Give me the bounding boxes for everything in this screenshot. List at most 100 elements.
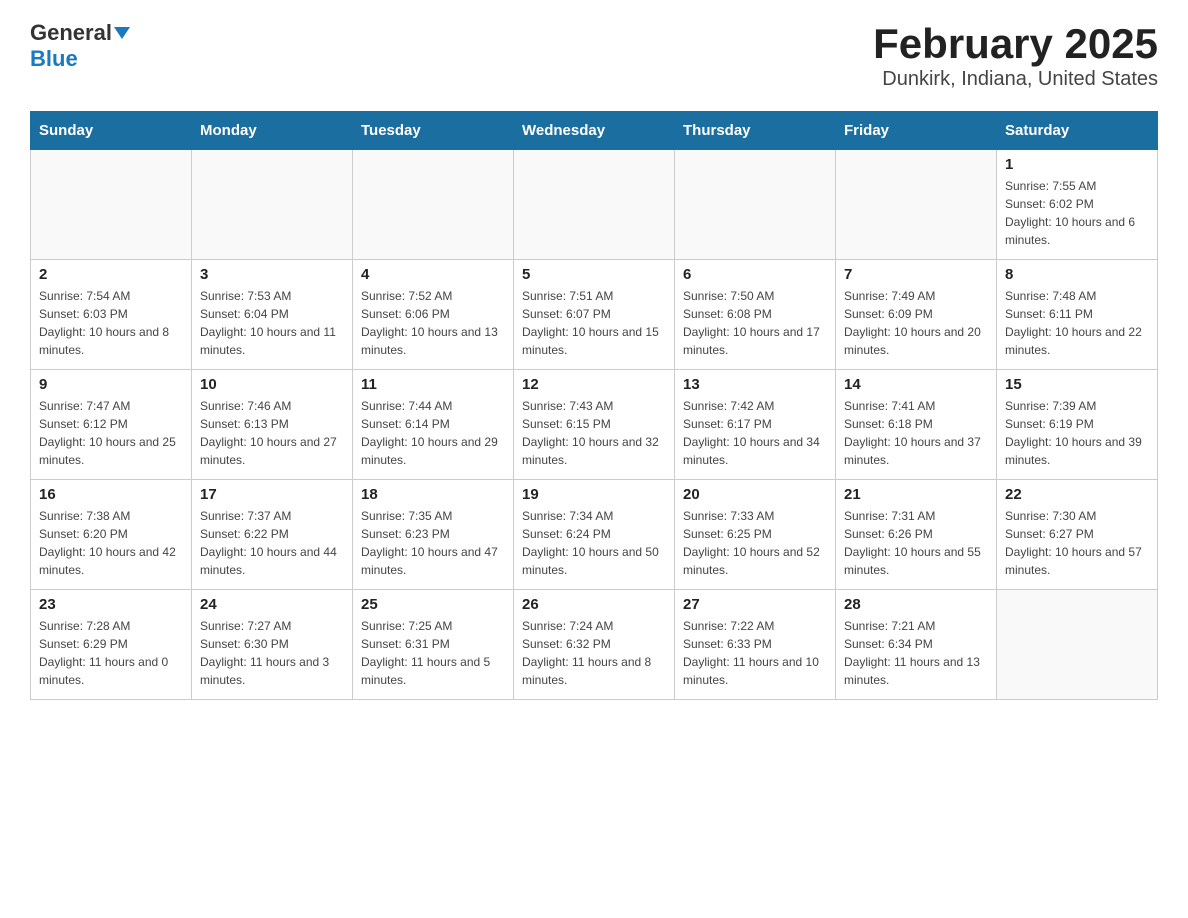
day-number: 9 — [39, 376, 183, 393]
day-number: 18 — [361, 486, 505, 503]
day-number: 25 — [361, 596, 505, 613]
table-row: 1Sunrise: 7:55 AM Sunset: 6:02 PM Daylig… — [997, 150, 1158, 260]
calendar-table: Sunday Monday Tuesday Wednesday Thursday… — [30, 111, 1158, 700]
day-number: 24 — [200, 596, 344, 613]
day-number: 13 — [683, 376, 827, 393]
day-number: 22 — [1005, 486, 1149, 503]
col-wednesday: Wednesday — [514, 112, 675, 150]
day-number: 10 — [200, 376, 344, 393]
day-info: Sunrise: 7:35 AM Sunset: 6:23 PM Dayligh… — [361, 507, 505, 579]
day-number: 17 — [200, 486, 344, 503]
table-row: 26 Sunrise: 7:24 AM Sunset: 6:32 PM Dayli… — [514, 590, 675, 700]
table-row — [353, 150, 514, 260]
table-row: 24 Sunrise: 7:27 AM Sunset: 6:30 PM Dayli… — [192, 590, 353, 700]
table-row: 22 Sunrise: 7:30 AM Sunset: 6:27 PM Dayli… — [997, 480, 1158, 590]
table-row: 12 Sunrise: 7:43 AM Sunset: 6:15 PM Dayli… — [514, 370, 675, 480]
day-info: Sunrise: 7:33 AM Sunset: 6:25 PM Dayligh… — [683, 507, 827, 579]
day-info: Sunrise: 7:50 AM Sunset: 6:08 PM Dayligh… — [683, 287, 827, 359]
table-row: 14 Sunrise: 7:41 AM Sunset: 6:18 PM Dayli… — [836, 370, 997, 480]
day-number: 7 — [844, 266, 988, 283]
day-number: 20 — [683, 486, 827, 503]
table-row: 8 Sunrise: 7:48 AM Sunset: 6:11 PM Daylig… — [997, 260, 1158, 370]
logo: General Blue — [30, 20, 130, 72]
day-number: 28 — [844, 596, 988, 613]
day-number: 5 — [522, 266, 666, 283]
day-info: Sunrise: 7:25 AM Sunset: 6:31 PM Dayligh… — [361, 617, 505, 689]
page-header: General Blue February 2025 Dunkirk, Indi… — [30, 20, 1158, 91]
table-row — [997, 590, 1158, 700]
day-info: Sunrise: 7:38 AM Sunset: 6:20 PM Dayligh… — [39, 507, 183, 579]
day-number: 11 — [361, 376, 505, 393]
day-info: Sunrise: 7:22 AM Sunset: 6:33 PM Dayligh… — [683, 617, 827, 689]
col-monday: Monday — [192, 112, 353, 150]
table-row: 28 Sunrise: 7:21 AM Sunset: 6:34 PM Dayli… — [836, 590, 997, 700]
day-number: 27 — [683, 596, 827, 613]
day-info: Sunrise: 7:37 AM Sunset: 6:22 PM Dayligh… — [200, 507, 344, 579]
day-info: Sunrise: 7:34 AM Sunset: 6:24 PM Dayligh… — [522, 507, 666, 579]
day-number: 16 — [39, 486, 183, 503]
day-info: Sunrise: 7:21 AM Sunset: 6:34 PM Dayligh… — [844, 617, 988, 689]
logo-triangle-icon — [114, 27, 130, 39]
page-subtitle: Dunkirk, Indiana, United States — [873, 68, 1158, 91]
table-row: 13Sunrise: 7:42 AM Sunset: 6:17 PM Dayli… — [675, 370, 836, 480]
day-number: 19 — [522, 486, 666, 503]
table-row: 15 Sunrise: 7:39 AM Sunset: 6:19 PM Dayli… — [997, 370, 1158, 480]
title-block: February 2025 Dunkirk, Indiana, United S… — [873, 20, 1158, 91]
day-number: 3 — [200, 266, 344, 283]
day-number: 2 — [39, 266, 183, 283]
col-friday: Friday — [836, 112, 997, 150]
day-number: 15 — [1005, 376, 1149, 393]
calendar-week-row: 16 Sunrise: 7:38 AM Sunset: 6:20 PM Dayli… — [31, 480, 1158, 590]
table-row: 11Sunrise: 7:44 AM Sunset: 6:14 PM Dayli… — [353, 370, 514, 480]
table-row: 7 Sunrise: 7:49 AM Sunset: 6:09 PM Daylig… — [836, 260, 997, 370]
table-row: 9 Sunrise: 7:47 AM Sunset: 6:12 PM Daylig… — [31, 370, 192, 480]
day-info: Sunrise: 7:28 AM Sunset: 6:29 PM Dayligh… — [39, 617, 183, 689]
table-row — [675, 150, 836, 260]
table-row: 25 Sunrise: 7:25 AM Sunset: 6:31 PM Dayli… — [353, 590, 514, 700]
day-info: Sunrise: 7:51 AM Sunset: 6:07 PM Dayligh… — [522, 287, 666, 359]
table-row: 27 Sunrise: 7:22 AM Sunset: 6:33 PM Dayli… — [675, 590, 836, 700]
day-number: 21 — [844, 486, 988, 503]
col-saturday: Saturday — [997, 112, 1158, 150]
logo-general: General — [30, 20, 112, 46]
table-row: 18 Sunrise: 7:35 AM Sunset: 6:23 PM Dayli… — [353, 480, 514, 590]
table-row: 23 Sunrise: 7:28 AM Sunset: 6:29 PM Dayli… — [31, 590, 192, 700]
day-info: Sunrise: 7:27 AM Sunset: 6:30 PM Dayligh… — [200, 617, 344, 689]
day-info: Sunrise: 7:49 AM Sunset: 6:09 PM Dayligh… — [844, 287, 988, 359]
calendar-week-row: 2 Sunrise: 7:54 AM Sunset: 6:03 PM Daylig… — [31, 260, 1158, 370]
day-info: Sunrise: 7:48 AM Sunset: 6:11 PM Dayligh… — [1005, 287, 1149, 359]
table-row: 4Sunrise: 7:52 AM Sunset: 6:06 PM Daylig… — [353, 260, 514, 370]
calendar-header-row: Sunday Monday Tuesday Wednesday Thursday… — [31, 112, 1158, 150]
day-info: Sunrise: 7:41 AM Sunset: 6:18 PM Dayligh… — [844, 397, 988, 469]
day-number: 14 — [844, 376, 988, 393]
table-row: 10 Sunrise: 7:46 AM Sunset: 6:13 PM Dayli… — [192, 370, 353, 480]
day-info: Sunrise: 7:54 AM Sunset: 6:03 PM Dayligh… — [39, 287, 183, 359]
table-row: 3 Sunrise: 7:53 AM Sunset: 6:04 PM Daylig… — [192, 260, 353, 370]
col-tuesday: Tuesday — [353, 112, 514, 150]
calendar-week-row: 23 Sunrise: 7:28 AM Sunset: 6:29 PM Dayli… — [31, 590, 1158, 700]
table-row: 6Sunrise: 7:50 AM Sunset: 6:08 PM Daylig… — [675, 260, 836, 370]
table-row: 17 Sunrise: 7:37 AM Sunset: 6:22 PM Dayli… — [192, 480, 353, 590]
day-info: Sunrise: 7:47 AM Sunset: 6:12 PM Dayligh… — [39, 397, 183, 469]
day-number: 23 — [39, 596, 183, 613]
col-sunday: Sunday — [31, 112, 192, 150]
logo-blue: Blue — [30, 46, 78, 71]
day-info: Sunrise: 7:39 AM Sunset: 6:19 PM Dayligh… — [1005, 397, 1149, 469]
col-thursday: Thursday — [675, 112, 836, 150]
calendar-week-row: 9 Sunrise: 7:47 AM Sunset: 6:12 PM Daylig… — [31, 370, 1158, 480]
day-number: 8 — [1005, 266, 1149, 283]
day-info: Sunrise: 7:53 AM Sunset: 6:04 PM Dayligh… — [200, 287, 344, 359]
day-number: 1 — [1005, 156, 1149, 173]
day-number: 26 — [522, 596, 666, 613]
day-info: Sunrise: 7:43 AM Sunset: 6:15 PM Dayligh… — [522, 397, 666, 469]
table-row — [192, 150, 353, 260]
day-number: 12 — [522, 376, 666, 393]
table-row: 21Sunrise: 7:31 AM Sunset: 6:26 PM Dayli… — [836, 480, 997, 590]
page-title: February 2025 — [873, 20, 1158, 68]
table-row — [836, 150, 997, 260]
day-info: Sunrise: 7:30 AM Sunset: 6:27 PM Dayligh… — [1005, 507, 1149, 579]
day-number: 4 — [361, 266, 505, 283]
day-info: Sunrise: 7:24 AM Sunset: 6:32 PM Dayligh… — [522, 617, 666, 689]
day-info: Sunrise: 7:46 AM Sunset: 6:13 PM Dayligh… — [200, 397, 344, 469]
table-row: 20 Sunrise: 7:33 AM Sunset: 6:25 PM Dayli… — [675, 480, 836, 590]
